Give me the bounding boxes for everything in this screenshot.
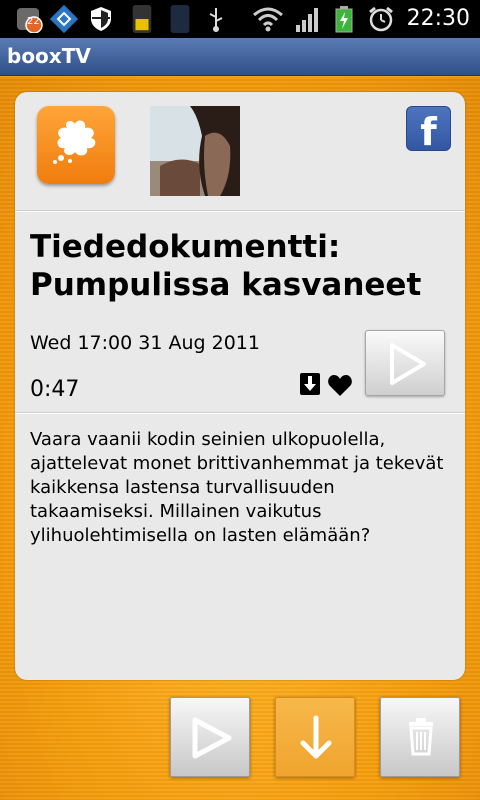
program-description: Vaara vaanii kodin seinien ulkopuolella,… xyxy=(30,429,444,546)
clock: 22:30 xyxy=(406,6,470,31)
program-duration: 0:47 xyxy=(30,377,80,402)
trash-icon xyxy=(409,718,433,756)
phone-icon xyxy=(170,5,190,33)
channel-logo-icon[interactable] xyxy=(37,106,115,184)
download-icon xyxy=(300,715,332,759)
signal-icon xyxy=(296,8,318,32)
program-thumbnail[interactable] xyxy=(150,106,240,196)
play-button[interactable] xyxy=(365,330,445,396)
bottom-delete-button[interactable] xyxy=(380,697,460,777)
usb-icon xyxy=(209,8,223,32)
battery-widget-icon xyxy=(132,5,152,33)
bottom-play-button[interactable] xyxy=(170,697,250,777)
battery-icon xyxy=(335,6,353,33)
divider-top xyxy=(15,210,465,212)
app-icon xyxy=(50,5,78,33)
divider-middle xyxy=(15,412,465,414)
facebook-share-button[interactable]: f xyxy=(406,106,451,151)
notification-count: 22 xyxy=(27,16,40,27)
app-title: booxTV xyxy=(7,44,91,68)
wifi-icon xyxy=(253,7,283,32)
facebook-icon: f xyxy=(420,110,437,151)
alarm-icon xyxy=(369,6,393,32)
bottom-download-button[interactable] xyxy=(275,697,355,777)
heart-icon[interactable] xyxy=(327,374,353,398)
play-icon xyxy=(390,343,426,385)
title-bar: booxTV xyxy=(0,38,480,76)
shield-icon xyxy=(91,7,111,31)
play-icon xyxy=(192,717,232,759)
program-title: Tiededokumentti: Pumpulissa kasvaneet xyxy=(30,229,422,303)
download-status-icon xyxy=(300,373,320,395)
status-bar: 22 22:30 xyxy=(0,0,480,38)
program-card: f Tiededokumentti: Pumpulissa kasvaneet … xyxy=(15,92,465,680)
program-datetime: Wed 17:00 31 Aug 2011 xyxy=(30,332,260,354)
